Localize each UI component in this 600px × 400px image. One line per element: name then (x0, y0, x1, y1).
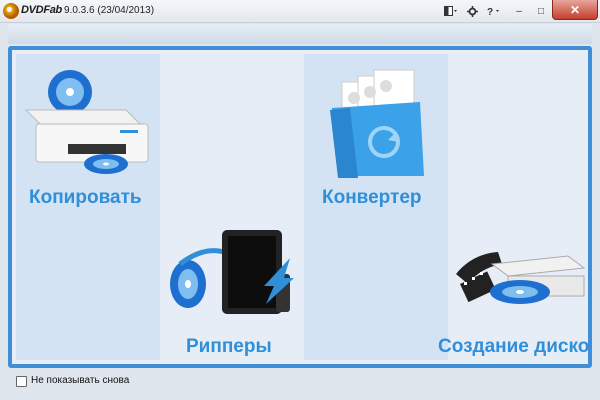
dont-show-checkbox[interactable] (16, 376, 27, 387)
tile-copy[interactable]: Копировать (16, 54, 160, 360)
minimize-button[interactable]: – (508, 3, 530, 19)
module-panel: Копировать Рипперы Конвертер Создание ди… (8, 46, 592, 368)
gear-icon (466, 5, 478, 17)
svg-text:?: ? (487, 7, 493, 16)
tile-creator[interactable]: Создание дисков (438, 54, 588, 360)
disc-creator-drive-icon (456, 252, 586, 304)
tile-ripper-label: Рипперы (186, 336, 272, 357)
layout-icon (444, 6, 457, 16)
skin-menu-button[interactable] (442, 3, 460, 19)
settings-button[interactable] (464, 3, 480, 19)
dont-show-label: Не показывать снова (31, 375, 130, 386)
app-brand: DVDFab (21, 4, 62, 16)
app-version: 9.0.3.6 (23/04/2013) (64, 5, 155, 16)
tile-ripper[interactable]: Рипперы (160, 54, 304, 360)
tile-converter-label: Конвертер (322, 187, 422, 208)
toolbar-strip (8, 24, 592, 44)
tile-converter[interactable]: Конвертер (304, 54, 448, 360)
tile-copy-label: Копировать (29, 187, 142, 208)
maximize-button[interactable]: □ (530, 3, 552, 19)
ripper-tablet-icon (170, 230, 294, 314)
close-button[interactable]: ✕ (552, 0, 598, 20)
help-icon: ? (487, 7, 499, 16)
dvdfab-logo-icon (3, 3, 19, 19)
tile-creator-label: Создание дисков (438, 336, 592, 357)
converter-folder-icon (330, 69, 424, 178)
title-bar: DVDFab 9.0.3.6 (23/04/2013) ? – □ ✕ (0, 0, 600, 23)
copy-printer-icon (24, 70, 149, 174)
help-menu-button[interactable]: ? (484, 3, 504, 19)
